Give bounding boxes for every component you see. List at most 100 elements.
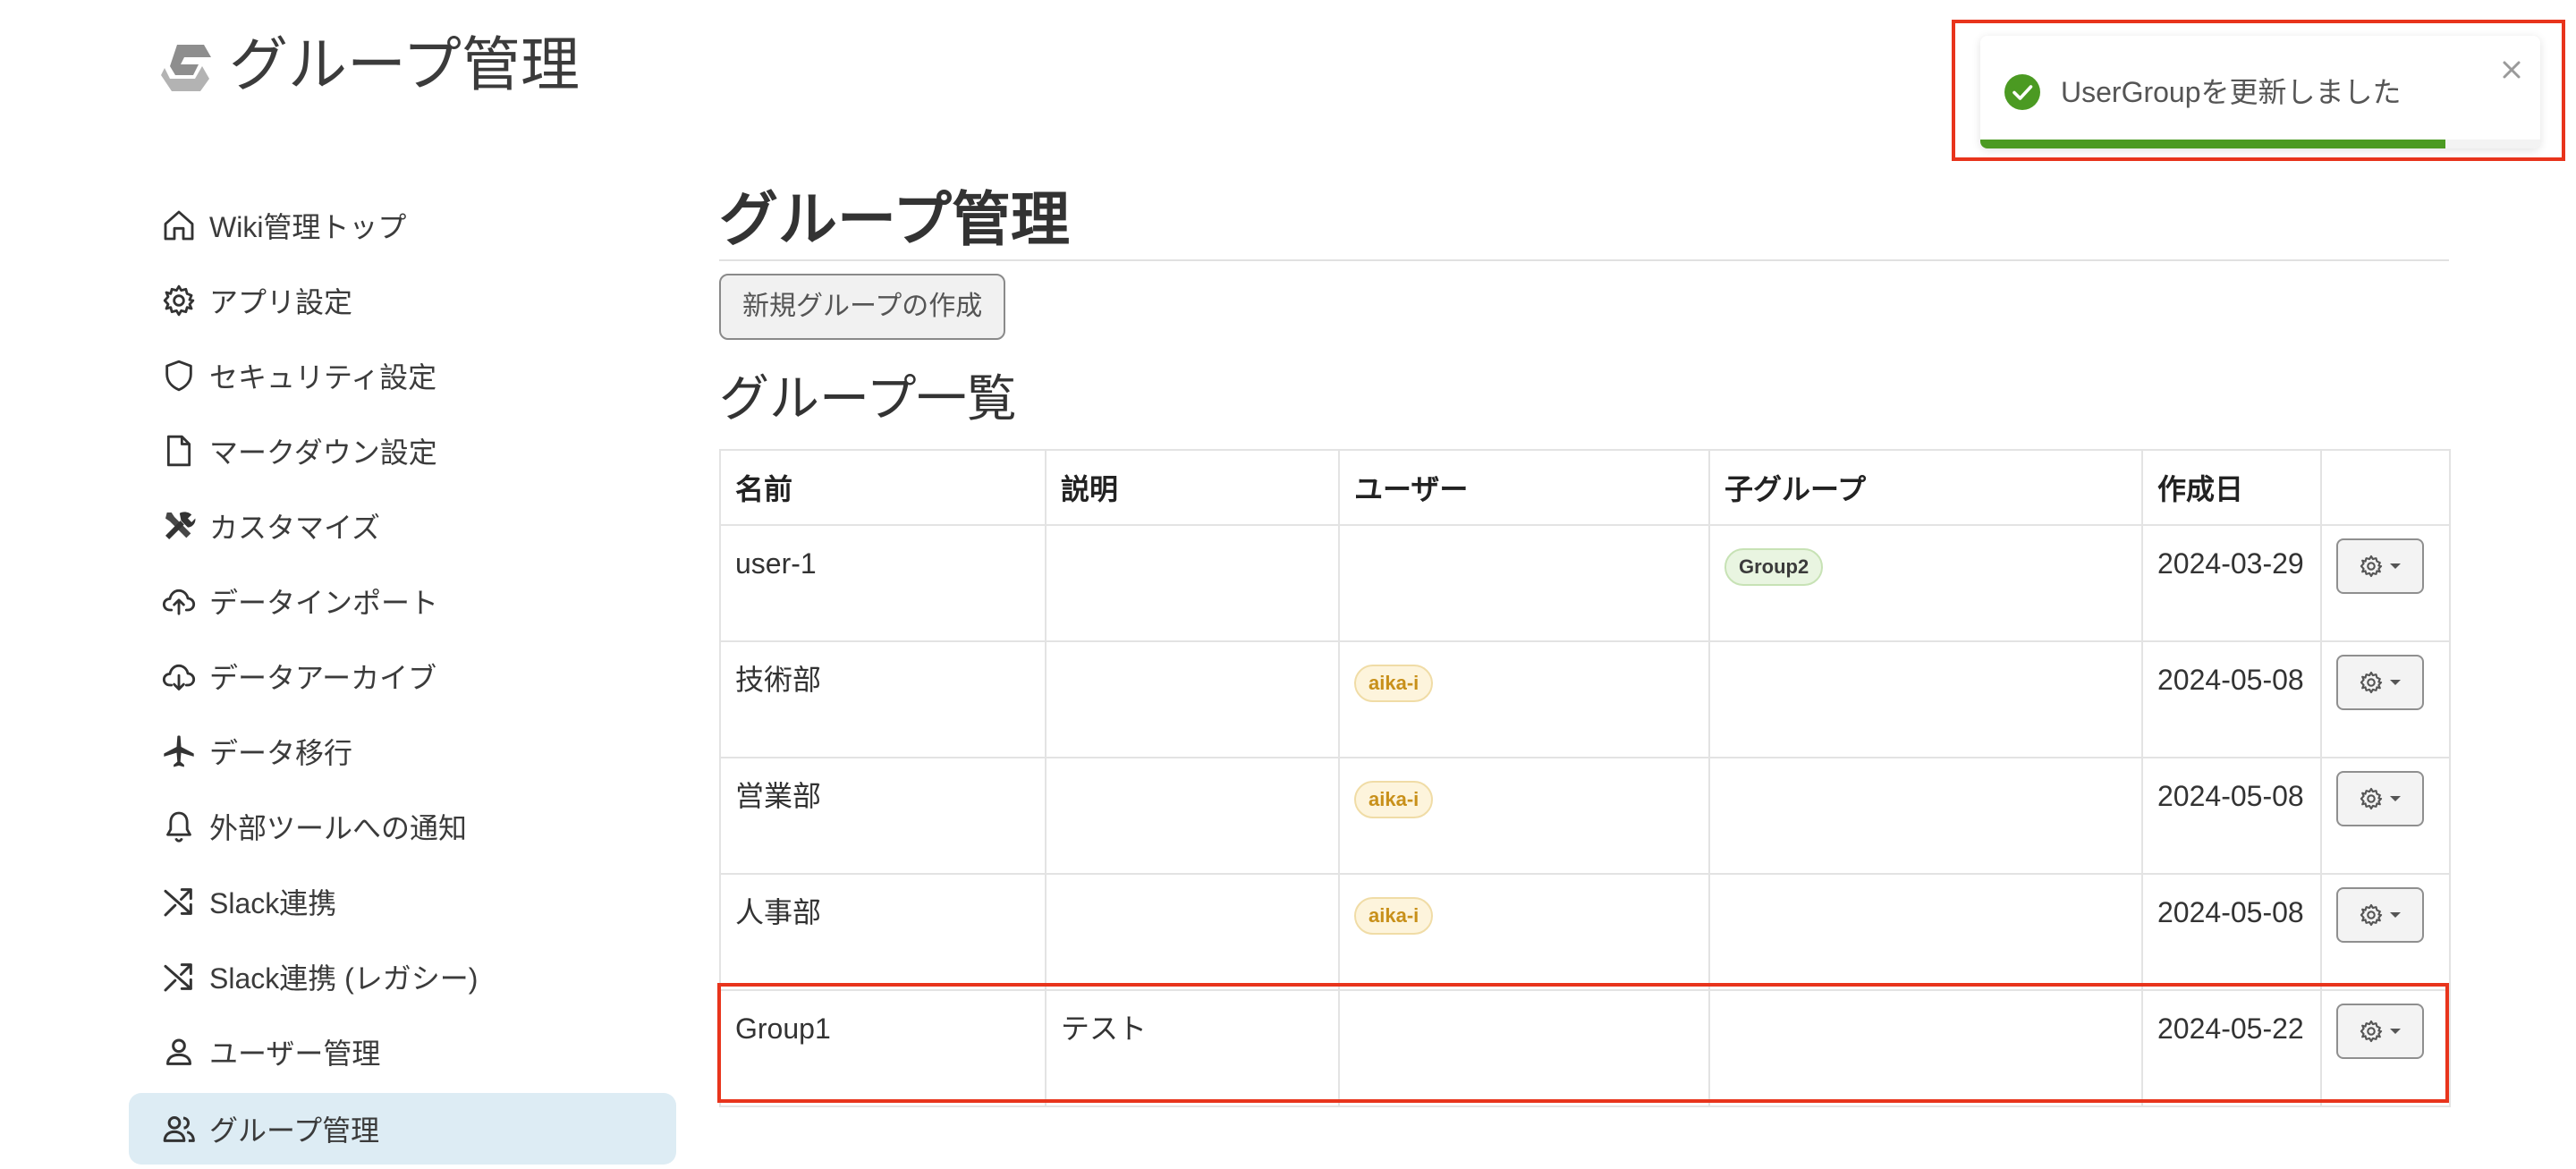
group-children-cell: Group2 [1708,524,2143,642]
group-children-cell [1708,989,2143,1107]
group-name-link[interactable]: 人事部 [719,873,1046,991]
sidebar-item-label: 外部ツールへの通知 [209,812,468,844]
growi-logo-icon[interactable] [157,39,215,97]
sidebar-item-label: データインポート [209,587,439,619]
caret-down-icon [2390,680,2401,685]
group-users-cell [1338,524,1710,642]
group-created-date: 2024-05-08 [2141,873,2322,991]
group-users-cell [1338,989,1710,1107]
gear-icon [159,281,199,320]
sidebar-item-groups[interactable]: グループ管理 [129,1093,676,1165]
sidebar-item-label: グループ管理 [209,1114,380,1147]
group-created-date: 2024-05-08 [2141,640,2322,758]
sidebar-item-label: セキュリティ設定 [209,361,437,394]
sidebar-item-label: カスタマイズ [209,512,381,544]
user-badge[interactable]: aika-i [1354,665,1434,702]
document-icon [159,431,199,470]
table-row: 営業部 aika-i 2024-05-08 [719,757,2451,875]
toast-progress-bar [1980,140,2445,148]
group-name-link[interactable]: 技術部 [719,640,1046,758]
sidebar-item-label: データ移行 [209,737,353,769]
gear-icon [2360,1020,2383,1043]
sidebar-item-label: Wiki管理トップ [209,211,407,243]
column-header-child-groups: 子グループ [1708,449,2143,526]
group-settings-dropdown[interactable] [2336,1004,2424,1059]
gear-icon [2360,555,2383,578]
user-icon [159,1032,199,1072]
group-name-link[interactable]: 営業部 [719,757,1046,875]
toast-progress-track [1980,140,2540,148]
sidebar-item-slack[interactable]: Slack連携 [129,864,676,939]
home-icon [159,206,199,245]
group-users-cell: aika-i [1338,757,1710,875]
sidebar-item-label: ユーザー管理 [209,1038,381,1070]
sidebar-item-security[interactable]: セキュリティ設定 [129,338,676,413]
sidebar-item-label: データアーカイブ [209,662,437,694]
group-description [1045,873,1340,991]
table-row: 技術部 aika-i 2024-05-08 [719,640,2451,758]
cloud-upload-icon [159,581,199,621]
group-created-date: 2024-03-29 [2141,524,2322,642]
sidebar-item-customize[interactable]: カスタマイズ [129,488,676,563]
sidebar-item-label: アプリ設定 [209,286,353,318]
table-row: user-1 Group2 2024-03-29 [719,524,2451,642]
group-settings-dropdown[interactable] [2336,771,2424,826]
sidebar-item-wiki-top[interactable]: Wiki管理トップ [129,188,676,263]
sidebar-item-app-settings[interactable]: アプリ設定 [129,263,676,338]
group-users-cell: aika-i [1338,873,1710,991]
group-list-heading: グループ一覧 [719,370,1017,427]
app-title: グループ管理 [229,31,580,97]
group-name-link[interactable]: Group1 [719,989,1046,1107]
sidebar-item-notification[interactable]: 外部ツールへの通知 [129,789,676,864]
group-description: テスト [1045,989,1340,1107]
airplane-icon [159,732,199,771]
sidebar-item-data-archive[interactable]: データアーカイブ [129,639,676,714]
group-description [1045,757,1340,875]
sidebar-item-data-import[interactable]: データインポート [129,563,676,639]
sidebar-item-label: マークダウン設定 [209,436,437,469]
column-header-actions [2320,449,2451,526]
group-actions-cell [2320,989,2451,1107]
group-description [1045,524,1340,642]
create-group-button[interactable]: 新規グループの作成 [719,274,1006,340]
sidebar-item-markdown[interactable]: マークダウン設定 [129,413,676,488]
column-header-users: ユーザー [1338,449,1710,526]
sidebar-item-slack-legacy[interactable]: Slack連携 (レガシー) [129,939,676,1014]
group-children-cell [1708,757,2143,875]
gear-icon [2360,903,2383,927]
column-header-name: 名前 [719,449,1046,526]
sidebar-item-label: Slack連携 (レガシー) [209,962,479,995]
group-settings-dropdown[interactable] [2336,887,2424,943]
caret-down-icon [2390,563,2401,569]
group-settings-dropdown[interactable] [2336,538,2424,594]
group-children-cell [1708,873,2143,991]
close-icon[interactable] [2496,54,2528,86]
child-group-badge[interactable]: Group2 [1724,548,1824,586]
group-description [1045,640,1340,758]
users-icon [159,1109,199,1148]
sidebar-item-users[interactable]: ユーザー管理 [129,1014,676,1089]
shuffle-icon [159,957,199,996]
page-title: グループ管理 [719,186,1071,252]
user-badge[interactable]: aika-i [1354,781,1434,818]
sidebar-item-data-migration[interactable]: データ移行 [129,714,676,789]
caret-down-icon [2390,1029,2401,1034]
caret-down-icon [2390,912,2401,918]
group-actions-cell [2320,640,2451,758]
admin-sidebar: Wiki管理トップ アプリ設定 セキュリティ設定 マークダウン設定 カスタマイズ… [129,188,676,1165]
group-created-date: 2024-05-22 [2141,989,2322,1107]
group-actions-cell [2320,757,2451,875]
gear-icon [2360,787,2383,810]
group-settings-dropdown[interactable] [2336,655,2424,710]
table-header-row: 名前 説明 ユーザー 子グループ 作成日 [719,449,2451,526]
group-name-link[interactable]: user-1 [719,524,1046,642]
user-badge[interactable]: aika-i [1354,897,1434,935]
group-users-cell: aika-i [1338,640,1710,758]
group-actions-cell [2320,524,2451,642]
cloud-download-icon [159,657,199,696]
gear-icon [2360,671,2383,694]
table-row: 人事部 aika-i 2024-05-08 [719,873,2451,991]
group-actions-cell [2320,873,2451,991]
main-content: グループ管理 新規グループの作成 グループ一覧 名前 説明 ユーザー 子グループ… [719,179,2451,1107]
group-children-cell [1708,640,2143,758]
